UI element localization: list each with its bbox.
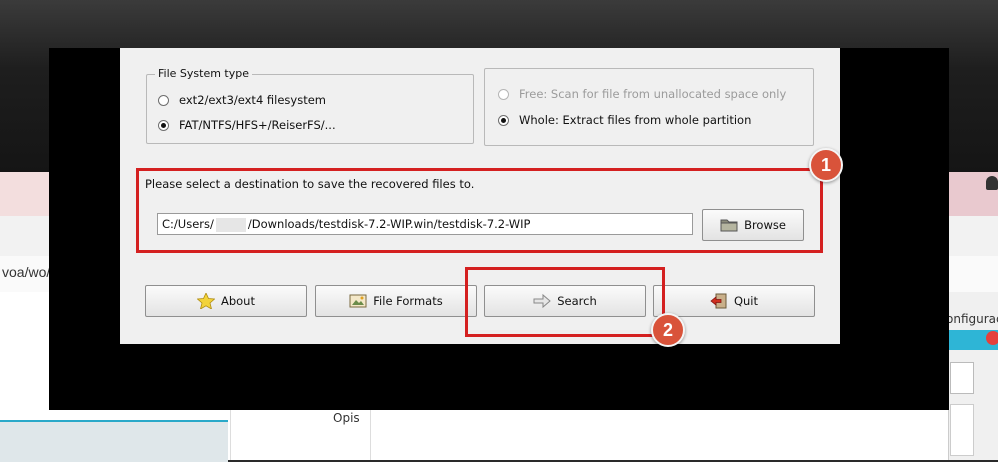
exit-icon — [710, 293, 728, 309]
radio-indicator — [498, 114, 509, 126]
group-legend: File System type — [155, 67, 252, 80]
background-input — [950, 404, 974, 456]
background-input — [950, 362, 974, 394]
callout-box-search — [465, 267, 665, 337]
radio-indicator — [158, 119, 169, 131]
divider — [230, 410, 231, 460]
star-icon — [196, 292, 216, 310]
background-config-label: onfiguraç — [946, 312, 998, 326]
callout-box-destination — [136, 168, 823, 253]
close-icon — [986, 331, 998, 345]
step-badge-2: 2 — [651, 313, 685, 347]
radio-whole-partition[interactable]: Whole: Extract files from whole partitio… — [498, 113, 751, 127]
file-formats-button[interactable]: File Formats — [315, 285, 477, 317]
radio-indicator — [498, 88, 509, 100]
quit-button[interactable]: Quit — [653, 285, 815, 317]
file-formats-label: File Formats — [373, 294, 443, 308]
radio-free-scan[interactable]: Free: Scan for file from unallocated spa… — [498, 87, 786, 101]
scan-scope-group: Free: Scan for file from unallocated spa… — [484, 68, 814, 146]
background-url-text: voa/wo/ — [2, 264, 51, 280]
radio-label: FAT/NTFS/HFS+/ReiserFS/... — [179, 118, 336, 132]
radio-indicator — [158, 94, 169, 106]
radio-label: Free: Scan for file from unallocated spa… — [519, 87, 787, 101]
divider — [370, 410, 371, 460]
file-system-type-group: File System type ext2/ext3/ext4 filesyst… — [146, 67, 474, 144]
about-label: About — [220, 294, 255, 308]
radio-ext-filesystem[interactable]: ext2/ext3/ext4 filesystem — [158, 93, 326, 107]
radio-fat-ntfs[interactable]: FAT/NTFS/HFS+/ReiserFS/... — [158, 118, 336, 132]
about-button[interactable]: About — [145, 285, 307, 317]
background-field-label: Opis — [333, 411, 360, 425]
quit-label: Quit — [733, 294, 759, 308]
step-badge-1: 1 — [809, 148, 843, 182]
radio-label: ext2/ext3/ext4 filesystem — [179, 93, 327, 107]
image-icon — [349, 293, 367, 309]
background-teal-panel — [0, 420, 228, 462]
radio-label: Whole: Extract files from whole partitio… — [519, 113, 752, 127]
bell-icon — [986, 176, 998, 190]
